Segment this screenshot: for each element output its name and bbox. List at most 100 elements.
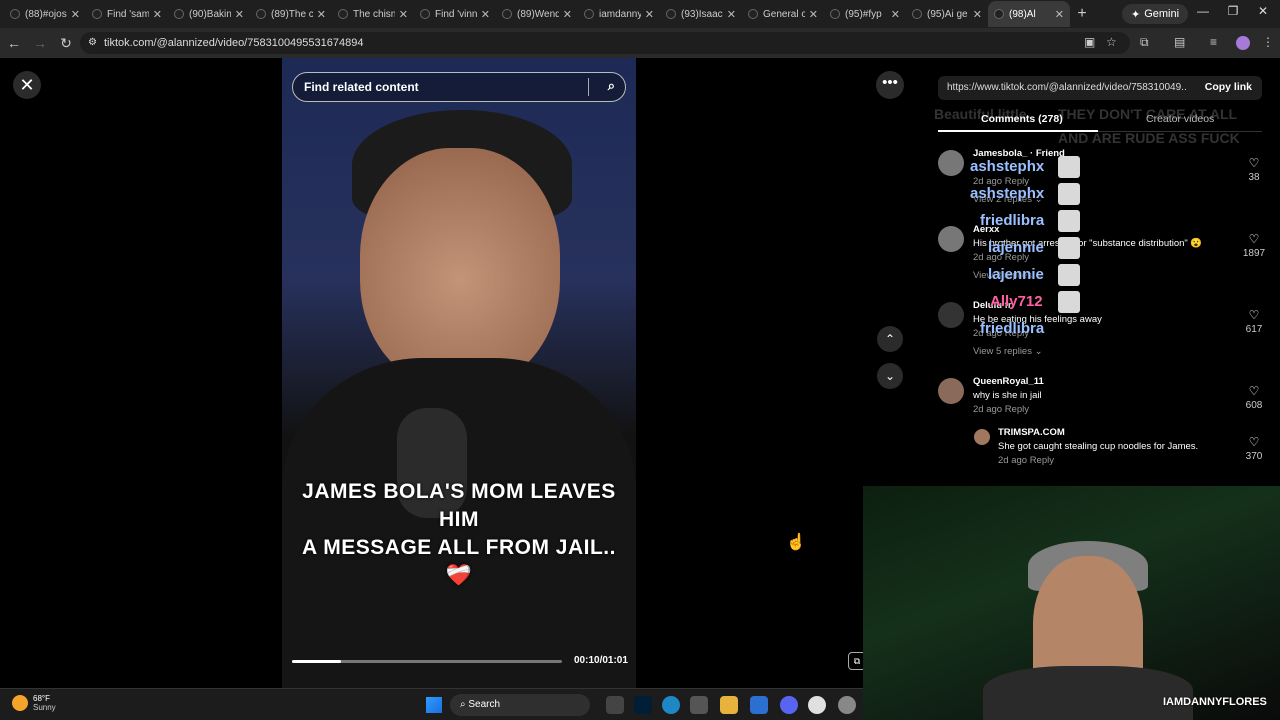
- browser-tab[interactable]: (95)Ai ge ✕: [906, 1, 988, 27]
- file-explorer-icon[interactable]: [720, 696, 738, 714]
- tab-close-icon[interactable]: ✕: [891, 8, 900, 21]
- stream-chat-name: lajennie: [988, 239, 1044, 256]
- tiktok-icon: [256, 9, 266, 19]
- new-tab-button[interactable]: +: [1070, 5, 1094, 23]
- video-player[interactable]: Find related content ⌕ JAMES BOLA'S MOM …: [282, 58, 636, 688]
- edge-icon[interactable]: [662, 696, 680, 714]
- tab-creator-videos[interactable]: Creator videos: [1146, 113, 1214, 125]
- next-video-button[interactable]: ⌄: [877, 363, 903, 389]
- side-panel-icon[interactable]: ▤: [1174, 35, 1185, 49]
- stream-chat-avatar: [1058, 183, 1080, 205]
- heart-icon[interactable]: ♡: [1236, 384, 1272, 398]
- browser-tab-strip: (88)#ojos ✕ Find 'sam ✕ (90)Bakin ✕ (89)The…: [0, 0, 1280, 28]
- comment-meta[interactable]: 2d ago Reply: [998, 455, 1054, 466]
- tab-close-icon[interactable]: ✕: [235, 8, 244, 21]
- windows-start-icon[interactable]: [426, 697, 442, 713]
- stream-chat-avatar: [1058, 264, 1080, 286]
- browser-tab[interactable]: (93)Isaac ✕: [660, 1, 742, 27]
- browser-tab[interactable]: iamdanny ✕: [578, 1, 660, 27]
- browser-tab[interactable]: (89)Wend ✕: [496, 1, 578, 27]
- task-view-icon[interactable]: [606, 696, 624, 714]
- tab-close-icon[interactable]: ✕: [645, 8, 654, 21]
- comment-author[interactable]: TRIMSPA.COM: [998, 427, 1065, 438]
- search-placeholder: Find related content: [304, 80, 419, 94]
- browser-tab[interactable]: (95)#fyp ✕: [824, 1, 906, 27]
- photoshop-icon[interactable]: [634, 696, 652, 714]
- stream-chat-name: ashstephx: [970, 158, 1045, 175]
- browser-tab[interactable]: (88)#ojos ✕: [4, 1, 86, 27]
- site-icon: [748, 9, 758, 19]
- tab-close-icon[interactable]: ✕: [727, 8, 736, 21]
- site-info-icon[interactable]: ⚙: [88, 32, 97, 54]
- maximize-button[interactable]: ❐: [1218, 4, 1248, 18]
- sparkle-icon: ✦: [1131, 8, 1141, 21]
- close-video-button[interactable]: ✕: [13, 71, 41, 99]
- media-icon[interactable]: ≡: [1210, 35, 1217, 49]
- avatar[interactable]: [938, 150, 964, 176]
- browser-tab[interactable]: General c ✕: [742, 1, 824, 27]
- tiktok-icon: [10, 9, 20, 19]
- tiktok-icon: [92, 9, 102, 19]
- related-content-search[interactable]: Find related content ⌕: [292, 72, 626, 102]
- forward-button[interactable]: →: [28, 35, 52, 51]
- install-icon[interactable]: ▣: [1084, 35, 1095, 49]
- minimize-button[interactable]: —: [1188, 4, 1218, 18]
- tab-close-icon[interactable]: ✕: [809, 8, 818, 21]
- app-icon[interactable]: [750, 696, 768, 714]
- chrome-icon[interactable]: [808, 696, 826, 714]
- heart-icon[interactable]: ♡: [1236, 232, 1272, 246]
- menu-icon[interactable]: ⋮: [1262, 35, 1274, 49]
- avatar[interactable]: [938, 226, 964, 252]
- taskbar-search[interactable]: ⌕ Search: [450, 694, 590, 716]
- reload-button[interactable]: ↻: [54, 35, 78, 52]
- heart-icon[interactable]: ♡: [1236, 156, 1272, 170]
- tab-comments[interactable]: Comments (278): [981, 113, 1063, 125]
- stream-chat-name: lajennie: [988, 266, 1044, 283]
- bookmark-star-icon[interactable]: ☆: [1106, 35, 1117, 49]
- back-button[interactable]: ←: [2, 35, 26, 51]
- avatar[interactable]: [974, 429, 990, 445]
- active-tab-indicator: [938, 130, 1098, 132]
- browser-tab[interactable]: Find 'sam ✕: [86, 1, 168, 27]
- weather-widget[interactable]: 68°F Sunny: [12, 694, 56, 712]
- discord-icon[interactable]: [780, 696, 798, 714]
- share-url[interactable]: https://www.tiktok.com/@alannized/video/…: [947, 82, 1187, 93]
- tab-close-icon[interactable]: ✕: [153, 8, 162, 21]
- browser-tab[interactable]: (90)Bakin ✕: [168, 1, 250, 27]
- streamer-webcam: IAMDANNYFLORES: [863, 486, 1280, 720]
- tab-close-icon[interactable]: ✕: [71, 8, 80, 21]
- tab-close-icon[interactable]: ✕: [317, 8, 326, 21]
- search-icon[interactable]: ⌕: [608, 78, 615, 94]
- tab-close-icon[interactable]: ✕: [1055, 8, 1064, 21]
- browser-tab[interactable]: Find 'vinn ✕: [414, 1, 496, 27]
- store-icon[interactable]: [690, 696, 708, 714]
- video-progress-bar[interactable]: [292, 660, 562, 663]
- avatar[interactable]: [938, 302, 964, 328]
- panel-tabs: Comments (278) Creator videos: [938, 108, 1262, 132]
- view-replies-link[interactable]: View 5 replies ⌄: [973, 346, 1043, 357]
- webcam-body: [983, 666, 1193, 720]
- mouse-cursor-icon: ☝: [786, 534, 806, 551]
- avatar[interactable]: [938, 378, 964, 404]
- url-field[interactable]: ⚙ tiktok.com/@alannized/video/75831004955…: [80, 32, 1130, 54]
- window-close-button[interactable]: ✕: [1248, 4, 1278, 18]
- app-icon[interactable]: [838, 696, 856, 714]
- browser-tab[interactable]: (89)The c ✕: [250, 1, 332, 27]
- heart-icon[interactable]: ♡: [1236, 435, 1272, 449]
- comment-author[interactable]: QueenRoyal_11: [973, 376, 1044, 387]
- tab-close-icon[interactable]: ✕: [973, 8, 982, 21]
- copy-link-button[interactable]: Copy link: [1205, 81, 1252, 93]
- browser-tab-active[interactable]: (98)Al ✕: [988, 1, 1070, 27]
- profile-avatar[interactable]: [1236, 36, 1250, 50]
- more-options-button[interactable]: •••: [876, 71, 904, 99]
- browser-tab[interactable]: The chisn ✕: [332, 1, 414, 27]
- extensions-icon[interactable]: ⧉: [1140, 35, 1149, 50]
- heart-icon[interactable]: ♡: [1236, 308, 1272, 322]
- comment-meta[interactable]: 2d ago Reply: [973, 404, 1029, 415]
- gemini-button[interactable]: ✦ Gemini: [1122, 4, 1189, 24]
- tab-close-icon[interactable]: ✕: [481, 8, 490, 21]
- previous-video-button[interactable]: ⌃: [877, 326, 903, 352]
- tab-close-icon[interactable]: ✕: [563, 8, 572, 21]
- tab-close-icon[interactable]: ✕: [399, 8, 408, 21]
- like-count: 38: [1248, 172, 1260, 183]
